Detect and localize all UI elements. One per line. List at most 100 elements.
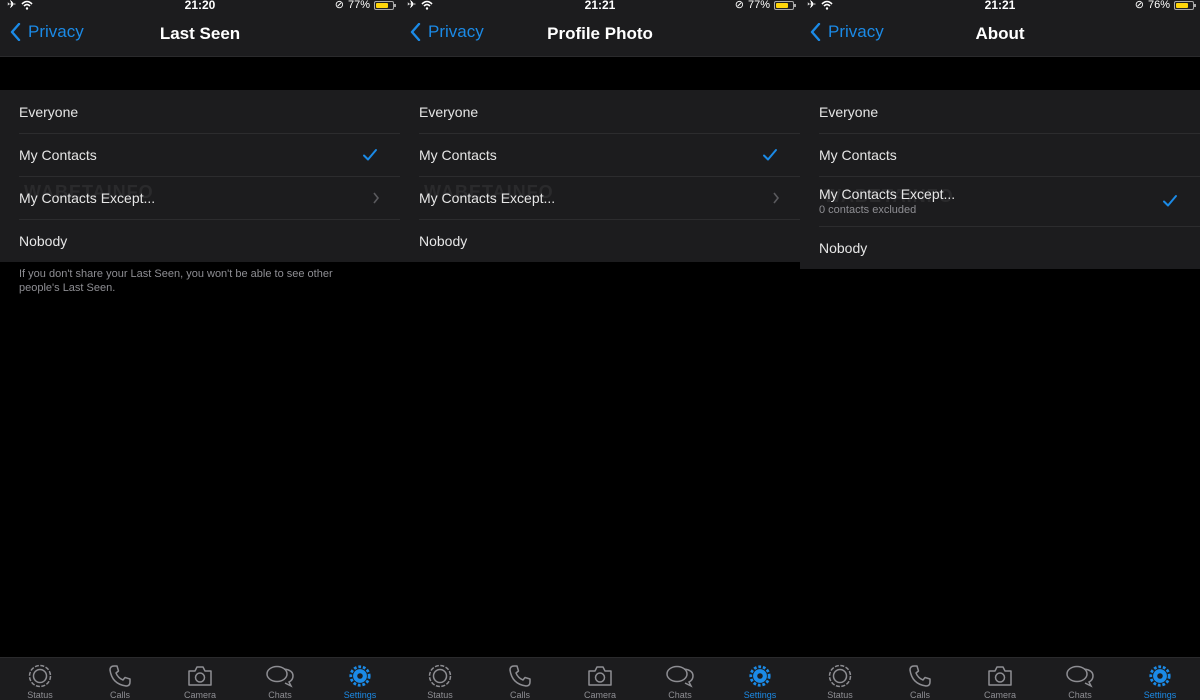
- checkmark-icon: [1163, 195, 1177, 207]
- battery-icon: [1174, 0, 1196, 10]
- tab-label: Chats: [668, 690, 692, 700]
- status-bar: ✈ 21:21 ⊘ 77%: [400, 0, 800, 12]
- battery-percentage: 77%: [347, 0, 370, 11]
- option-my-contacts-except[interactable]: My Contacts Except...: [400, 176, 800, 219]
- status-bar: ✈ 21:20 ⊘ 77%: [0, 0, 400, 12]
- calls-icon: [509, 665, 531, 687]
- option-sublabel: 0 contacts excluded: [819, 204, 917, 216]
- tab-bar: Status Calls Camera Chats Settings: [400, 657, 800, 700]
- option-my-contacts[interactable]: My Contacts: [0, 133, 400, 176]
- status-icons-right: ⊘ 77%: [334, 0, 396, 11]
- phone-screen-last-seen: ✈ 21:20 ⊘ 77% Privacy Last Seen Everyone…: [0, 0, 400, 700]
- option-label: My Contacts: [419, 146, 497, 163]
- option-label: Everyone: [819, 103, 879, 120]
- status-icon: [428, 664, 452, 688]
- option-label: Everyone: [19, 103, 79, 120]
- tab-label: Camera: [983, 690, 1016, 700]
- privacy-options-list: Everyone My Contacts My Contacts Except.…: [800, 90, 1200, 269]
- tab-label: Chats: [268, 690, 292, 700]
- calls-icon: [109, 665, 131, 687]
- tab-chats[interactable]: Chats: [240, 658, 320, 700]
- tab-label: Status: [827, 690, 853, 700]
- tab-camera[interactable]: Camera: [560, 658, 640, 700]
- tab-label: Settings: [343, 690, 377, 700]
- page-title: Profile Photo: [547, 24, 653, 43]
- option-label: My Contacts: [19, 146, 97, 163]
- settings-icon: [1149, 665, 1171, 687]
- camera-icon: [988, 666, 1012, 686]
- orientation-lock-icon: ⊘: [334, 0, 344, 11]
- status-bar: ✈ 21:21 ⊘ 76%: [800, 0, 1200, 12]
- option-label: Nobody: [19, 232, 68, 249]
- page-title: About: [975, 24, 1025, 43]
- checkmark-icon: [363, 148, 377, 160]
- option-nobody[interactable]: Nobody: [0, 219, 400, 262]
- tab-label: Chats: [1068, 690, 1092, 700]
- tab-calls[interactable]: Calls: [880, 658, 960, 700]
- tab-chats[interactable]: Chats: [640, 658, 720, 700]
- tab-camera[interactable]: Camera: [160, 658, 240, 700]
- tab-chats[interactable]: Chats: [1040, 658, 1120, 700]
- battery-percentage: 76%: [1147, 0, 1170, 11]
- battery-fill: [776, 2, 789, 8]
- tab-label: Settings: [1143, 690, 1177, 700]
- option-my-contacts-except[interactable]: My Contacts Except... 0 contacts exclude…: [800, 176, 1200, 226]
- privacy-options-list: Everyone My Contacts My Contacts Except.…: [0, 90, 400, 262]
- option-everyone[interactable]: Everyone: [800, 90, 1200, 133]
- option-nobody[interactable]: Nobody: [400, 219, 800, 262]
- chats-icon: [1066, 665, 1094, 688]
- checkmark-icon: [763, 148, 777, 160]
- navigation-bar: Privacy About: [800, 12, 1200, 57]
- tab-label: Calls: [909, 690, 930, 700]
- chats-icon: [266, 665, 294, 688]
- camera-icon: [588, 666, 612, 686]
- tab-label: Camera: [183, 690, 216, 700]
- tab-status[interactable]: Status: [800, 658, 880, 700]
- navigation-bar: Privacy Last Seen: [0, 12, 400, 57]
- tab-calls[interactable]: Calls: [80, 658, 160, 700]
- option-everyone[interactable]: Everyone: [400, 90, 800, 133]
- tab-settings[interactable]: Settings: [320, 658, 400, 700]
- option-label: Everyone: [419, 103, 479, 120]
- status-icons-right: ⊘ 76%: [1134, 0, 1196, 11]
- chevron-right-icon: [373, 192, 380, 203]
- option-label: My Contacts Except...: [819, 186, 956, 202]
- tab-label: Status: [27, 690, 53, 700]
- status-icons-right: ⊘ 77%: [734, 0, 796, 11]
- tab-label: Settings: [743, 690, 777, 700]
- tab-settings[interactable]: Settings: [1120, 658, 1200, 700]
- orientation-lock-icon: ⊘: [1134, 0, 1144, 11]
- status-icon: [28, 664, 52, 688]
- battery-icon: [774, 0, 796, 10]
- tab-camera[interactable]: Camera: [960, 658, 1040, 700]
- option-label: Nobody: [419, 232, 468, 249]
- status-icon: [828, 664, 852, 688]
- tab-settings[interactable]: Settings: [720, 658, 800, 700]
- tab-status[interactable]: Status: [400, 658, 480, 700]
- option-nobody[interactable]: Nobody: [800, 226, 1200, 269]
- tab-label: Calls: [109, 690, 130, 700]
- tab-label: Status: [427, 690, 453, 700]
- camera-icon: [188, 666, 212, 686]
- tab-bar: Status Calls Camera Chats Settings: [0, 657, 400, 700]
- option-label: My Contacts Except...: [19, 189, 156, 206]
- tab-label: Calls: [509, 690, 530, 700]
- option-label: My Contacts: [819, 146, 897, 163]
- orientation-lock-icon: ⊘: [734, 0, 744, 11]
- option-my-contacts-except[interactable]: My Contacts Except...: [0, 176, 400, 219]
- battery-fill: [376, 2, 389, 8]
- settings-icon: [349, 665, 371, 687]
- option-label: Nobody: [819, 239, 868, 256]
- settings-icon: [749, 665, 771, 687]
- tab-calls[interactable]: Calls: [480, 658, 560, 700]
- option-my-contacts[interactable]: My Contacts: [400, 133, 800, 176]
- tab-bar: Status Calls Camera Chats Settings: [800, 657, 1200, 700]
- chevron-right-icon: [773, 192, 780, 203]
- footer-note: If you don't share your Last Seen, you w…: [19, 268, 333, 294]
- option-label: My Contacts Except...: [419, 189, 556, 206]
- calls-icon: [909, 665, 931, 687]
- tab-status[interactable]: Status: [0, 658, 80, 700]
- option-everyone[interactable]: Everyone: [0, 90, 400, 133]
- page-title: Last Seen: [159, 24, 241, 43]
- option-my-contacts[interactable]: My Contacts: [800, 133, 1200, 176]
